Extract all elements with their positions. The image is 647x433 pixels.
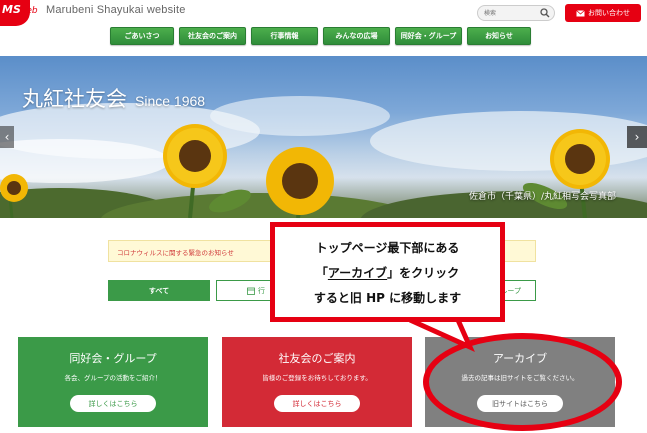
callout-line-1: トップページ最下部にある — [315, 241, 460, 255]
tab-events-label: 行 — [258, 286, 265, 295]
callout-archive-word: アーカイブ — [327, 266, 388, 280]
nav-item-greeting[interactable]: ごあいさつ — [110, 27, 174, 45]
contact-button-label: お問い合わせ — [588, 9, 630, 17]
tab-events[interactable]: 行 — [216, 280, 272, 301]
search-input[interactable] — [484, 8, 539, 19]
callout-bracket-close: 」をクリック — [387, 266, 460, 280]
chevron-right-icon: › — [634, 130, 640, 144]
card-guide: 社友会のご案内 皆様のご登録をお待ちしております。 詳しくはこちら — [222, 337, 412, 427]
card-title: 社友会のご案内 — [278, 352, 356, 365]
annotation-callout: トップページ最下部にある 「アーカイブ」をクリック すると旧 HP に移動します — [270, 222, 505, 322]
callout-line-2: 「アーカイブ」をクリック — [275, 264, 500, 281]
contact-button[interactable]: お問い合わせ — [565, 4, 641, 22]
hero-title: 丸紅社友会 Since 1968 — [22, 83, 205, 113]
site-header: MS web Marubeni Shayukai website お問い合わせ … — [0, 0, 647, 56]
callout-line-3: すると旧 HP に移動します — [313, 291, 462, 305]
nav-item-groups[interactable]: 同好会・グループ — [395, 27, 462, 45]
hero-slider: 丸紅社友会 Since 1968 佐倉市（千葉県）/丸紅相写会写真部 ‹ › — [0, 56, 647, 218]
slider-next-button[interactable]: › — [627, 126, 647, 148]
nav-item-guide[interactable]: 社友会のご案内 — [179, 27, 246, 45]
hero-title-text: 丸紅社友会 — [22, 87, 127, 111]
hero-since: Since 1968 — [135, 93, 206, 109]
main-nav: ごあいさつ 社友会のご案内 行事情報 みんなの広場 同好会・グループ お知らせ — [110, 27, 531, 45]
search-box — [477, 5, 555, 21]
nav-item-events[interactable]: 行事情報 — [251, 27, 318, 45]
card-description: 皆様のご登録をお待ちしております。 — [262, 374, 372, 382]
hero-caption: 佐倉市（千葉県）/丸紅相写会写真部 — [469, 192, 617, 202]
chevron-left-icon: ‹ — [4, 130, 10, 144]
slider-prev-button[interactable]: ‹ — [0, 126, 14, 148]
card-guide-button[interactable]: 詳しくはこちら — [274, 395, 360, 412]
site-name: Marubeni Shayukai website — [46, 4, 186, 16]
logo-web-text: web — [19, 6, 38, 16]
mail-icon — [576, 9, 585, 16]
callout-bracket-open: 「 — [315, 266, 328, 280]
site-logo[interactable]: MS web — [0, 0, 40, 26]
archive-highlight-ring — [423, 333, 622, 431]
calendar-icon — [247, 287, 255, 295]
card-groups-button[interactable]: 詳しくはこちら — [70, 395, 156, 412]
nav-item-news[interactable]: お知らせ — [467, 27, 531, 45]
card-description: 各会、グループの活動をご紹介！ — [64, 374, 162, 382]
search-icon[interactable] — [540, 8, 550, 18]
card-title: 同好会・グループ — [69, 352, 157, 365]
tab-all[interactable]: すべて — [108, 280, 210, 301]
nav-item-plaza[interactable]: みんなの広場 — [323, 27, 390, 45]
card-groups: 同好会・グループ 各会、グループの活動をご紹介！ 詳しくはこちら — [18, 337, 208, 427]
